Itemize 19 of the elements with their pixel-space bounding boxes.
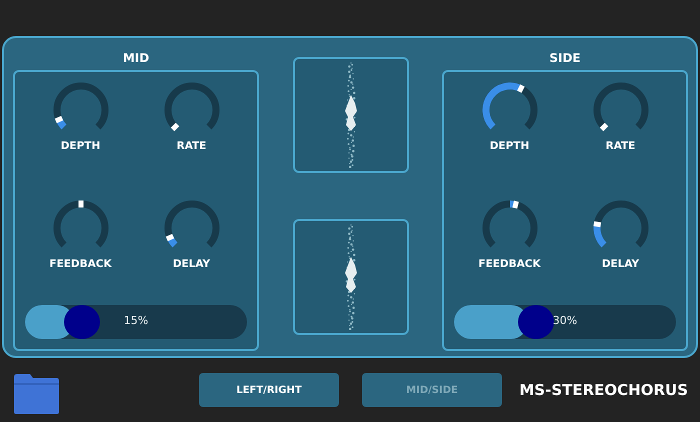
mix-slider[interactable]: 15%	[25, 305, 247, 339]
mode-button[interactable]: LEFT/RIGHT	[199, 373, 339, 407]
folder-icon[interactable]	[12, 373, 60, 415]
section-title: SIDE	[549, 51, 581, 65]
knob-label: FEEDBACK	[49, 258, 112, 270]
mix-slider[interactable]: 30%	[454, 305, 676, 339]
knob-label: DELAY	[602, 258, 640, 270]
slider-thumb[interactable]	[64, 305, 100, 339]
section-title: MID	[122, 51, 150, 65]
knob-label: RATE	[606, 140, 636, 152]
knob-label: DEPTH	[60, 140, 100, 152]
knob-label: DELAY	[172, 258, 210, 270]
knob-label: DEPTH	[490, 140, 530, 152]
slider-value: 30%	[552, 314, 578, 327]
plugin-name: MS-STEREOCHORUS	[519, 381, 688, 399]
knob-label: FEEDBACK	[478, 258, 541, 270]
slider-thumb[interactable]	[518, 305, 554, 339]
knob-label: RATE	[176, 140, 206, 152]
slider-value: 15%	[122, 314, 150, 327]
